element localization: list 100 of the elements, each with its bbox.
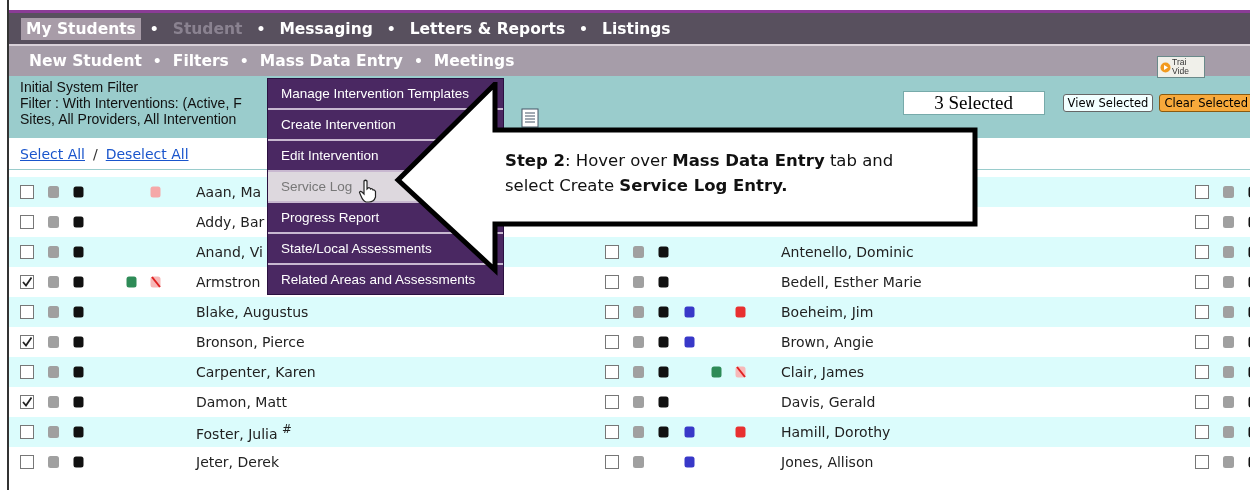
nav-separator: • xyxy=(386,20,396,37)
training-video-button[interactable]: Trai Vide xyxy=(1157,56,1205,78)
status-square-icon xyxy=(48,426,59,438)
document-icon[interactable] xyxy=(520,108,540,128)
row-checkbox[interactable] xyxy=(1195,425,1209,439)
status-square-icon xyxy=(633,336,644,348)
row-checkbox[interactable] xyxy=(605,425,619,439)
status-square-icon xyxy=(48,456,59,468)
row-checkbox[interactable] xyxy=(20,245,34,259)
clear-selected-button[interactable]: Clear Selected xyxy=(1159,94,1250,112)
status-square-icon xyxy=(658,426,669,438)
status-square-icon xyxy=(48,306,59,318)
row-checkbox[interactable] xyxy=(20,305,34,319)
status-square-icon xyxy=(48,276,59,288)
student-name[interactable]: Clair, James xyxy=(781,364,1184,380)
status-square-icon xyxy=(73,186,84,198)
student-name[interactable]: Damon, Matt xyxy=(196,394,594,410)
student-name[interactable]: Davis, Gerald xyxy=(781,394,1184,410)
student-name[interactable]: Bedell, Esther Marie xyxy=(781,274,1184,290)
status-square-icon xyxy=(658,336,669,348)
status-square-icon xyxy=(658,276,669,288)
status-square-icon xyxy=(73,366,84,378)
status-square-icon xyxy=(1223,456,1234,468)
row-checkbox[interactable] xyxy=(1195,335,1209,349)
nav-tab[interactable]: Messaging xyxy=(274,17,378,40)
filter-text: Filter : With Interventions: (Active, F xyxy=(20,95,242,111)
status-square-icon xyxy=(658,306,669,318)
status-square-icon xyxy=(48,246,59,258)
nav-tab[interactable]: Listings xyxy=(597,17,676,40)
status-square-icon xyxy=(633,246,644,258)
row-checkbox[interactable] xyxy=(20,275,34,289)
status-square-icon xyxy=(633,306,644,318)
status-square-icon xyxy=(1223,276,1234,288)
student-name[interactable]: Jones, Allison xyxy=(781,454,1184,470)
status-square-icon xyxy=(633,396,644,408)
row-checkbox[interactable] xyxy=(20,455,34,469)
menu-item[interactable]: Related Areas and Assessments xyxy=(268,265,503,294)
slashed-square-icon xyxy=(735,366,746,378)
row-checkbox[interactable] xyxy=(605,395,619,409)
row-checkbox[interactable] xyxy=(605,335,619,349)
row-checkbox[interactable] xyxy=(1195,185,1209,199)
status-square-icon xyxy=(633,426,644,438)
status-square-icon xyxy=(1223,366,1234,378)
status-square-icon xyxy=(48,396,59,408)
row-checkbox[interactable] xyxy=(20,215,34,229)
row-checkbox[interactable] xyxy=(1195,275,1209,289)
status-square-icon xyxy=(658,366,669,378)
row-checkbox[interactable] xyxy=(1195,395,1209,409)
row-checkbox[interactable] xyxy=(20,185,34,199)
selected-count-field: 3 Selected xyxy=(902,91,1045,115)
view-selected-button[interactable]: View Selected xyxy=(1062,94,1154,112)
student-name[interactable]: Jeter, Derek xyxy=(196,454,594,470)
row-checkbox[interactable] xyxy=(1195,455,1209,469)
link-divider: / xyxy=(93,145,98,162)
status-square-icon xyxy=(735,306,746,318)
student-name[interactable]: Boeheim, Jim xyxy=(781,304,1184,320)
select-all-link[interactable]: Select All xyxy=(20,145,85,162)
row-checkbox[interactable] xyxy=(20,395,34,409)
row-checkbox[interactable] xyxy=(20,365,34,379)
row-checkbox[interactable] xyxy=(1195,245,1209,259)
row-checkbox[interactable] xyxy=(605,245,619,259)
nav-separator: • xyxy=(152,53,162,69)
callout-text: Step 2: Hover over Mass Data Entry tab and select Create Service Log Entry. xyxy=(505,150,895,197)
status-square-icon xyxy=(48,366,59,378)
row-checkbox[interactable] xyxy=(20,425,34,439)
row-checkbox[interactable] xyxy=(1195,365,1209,379)
slashed-square-icon xyxy=(150,276,161,288)
status-square-icon xyxy=(150,186,161,198)
deselect-all-link[interactable]: Deselect All xyxy=(105,145,189,162)
nav-separator: • xyxy=(256,20,266,37)
nav-separator: • xyxy=(413,53,423,69)
status-square-icon xyxy=(735,426,746,438)
status-square-icon xyxy=(1223,216,1234,228)
row-checkbox[interactable] xyxy=(605,305,619,319)
status-square-icon xyxy=(1223,246,1234,258)
student-name[interactable]: Antenello, Dominic xyxy=(781,244,1184,260)
row-checkbox[interactable] xyxy=(1195,215,1209,229)
row-checkbox[interactable] xyxy=(20,335,34,349)
nav-tab[interactable]: Letters & Reports xyxy=(404,17,571,40)
student-name[interactable]: Foster, Julia $^{#}$ xyxy=(196,422,594,442)
status-square-icon xyxy=(73,456,84,468)
status-square-icon xyxy=(1223,396,1234,408)
row-checkbox[interactable] xyxy=(605,455,619,469)
row-checkbox[interactable] xyxy=(605,365,619,379)
status-square-icon xyxy=(633,456,644,468)
status-square-icon xyxy=(73,336,84,348)
student-name[interactable]: Hamill, Dorothy xyxy=(781,424,1184,440)
status-square-icon xyxy=(126,276,137,288)
status-square-icon xyxy=(658,246,669,258)
nav-separator: • xyxy=(239,53,249,69)
student-name[interactable]: Carpenter, Karen xyxy=(196,364,594,380)
student-name[interactable]: Brown, Angie xyxy=(781,334,1184,350)
status-square-icon xyxy=(48,216,59,228)
nav-separator: • xyxy=(579,20,589,37)
row-checkbox[interactable] xyxy=(605,275,619,289)
student-name[interactable]: Bronson, Pierce xyxy=(196,334,594,350)
status-square-icon xyxy=(684,426,695,438)
student-name[interactable]: Blake, Augustus xyxy=(196,304,594,320)
status-square-icon xyxy=(711,366,722,378)
row-checkbox[interactable] xyxy=(1195,305,1209,319)
